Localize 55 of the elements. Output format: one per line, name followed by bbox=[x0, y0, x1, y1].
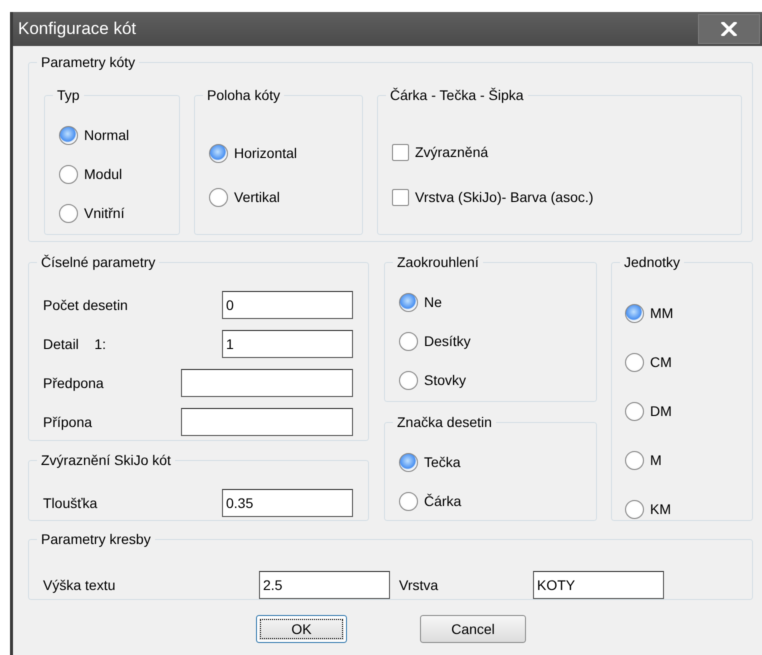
input-field[interactable] bbox=[181, 408, 353, 436]
radio-label[interactable]: M bbox=[650, 452, 662, 468]
radio-label[interactable]: Tečka bbox=[424, 454, 461, 470]
input-field[interactable]: 0 bbox=[222, 291, 353, 319]
field-label: Předpona bbox=[43, 375, 104, 391]
radio-label[interactable]: Desítky bbox=[424, 333, 471, 349]
radio-button[interactable] bbox=[399, 370, 418, 390]
radio-button[interactable] bbox=[399, 332, 418, 350]
cancel-button[interactable]: Cancel bbox=[420, 615, 526, 643]
radio-label[interactable]: Modul bbox=[84, 166, 122, 182]
field-label: Tloušťka bbox=[43, 495, 98, 511]
radio-button[interactable] bbox=[625, 402, 644, 420]
radio-label[interactable]: Ne bbox=[424, 294, 442, 310]
radio-button[interactable] bbox=[59, 126, 78, 144]
field-label: Počet desetin bbox=[43, 297, 128, 313]
radio-label[interactable]: Stovky bbox=[424, 372, 466, 388]
radio-label[interactable]: Horizontal bbox=[234, 145, 298, 161]
radio-button[interactable] bbox=[625, 352, 644, 372]
checkbox-label[interactable]: Vrstva (SkiJo)- Barva (asoc.) bbox=[415, 189, 594, 205]
radio-label[interactable]: DM bbox=[650, 403, 672, 419]
radio-button[interactable] bbox=[209, 144, 228, 162]
radio-button[interactable] bbox=[399, 452, 418, 472]
checkbox[interactable] bbox=[392, 144, 409, 160]
radio-label[interactable]: KM bbox=[650, 501, 671, 517]
field-label: Detail 1: bbox=[43, 336, 106, 352]
checkbox[interactable] bbox=[392, 188, 409, 206]
radio-button[interactable] bbox=[625, 500, 644, 518]
input-field[interactable] bbox=[181, 369, 353, 397]
radio-label[interactable]: Vertikal bbox=[234, 189, 280, 205]
checkbox-label[interactable]: Zvýrazněná bbox=[415, 144, 488, 160]
field-label: Výška textu bbox=[43, 576, 116, 592]
close-icon bbox=[721, 22, 737, 36]
radio-button[interactable] bbox=[209, 188, 228, 206]
field-label: Přípona bbox=[43, 414, 92, 430]
close-button[interactable] bbox=[698, 14, 760, 44]
radio-label[interactable]: Vnitřní bbox=[84, 205, 124, 221]
group-title: Čárka - Tečka - Šipka bbox=[386, 86, 528, 104]
radio-label[interactable]: Čárka bbox=[424, 493, 462, 509]
ok-button[interactable]: OK bbox=[256, 615, 347, 643]
radio-label[interactable]: Normal bbox=[84, 127, 130, 143]
radio-button[interactable] bbox=[625, 304, 644, 322]
radio-button[interactable] bbox=[59, 204, 78, 222]
radio-button[interactable] bbox=[625, 450, 644, 470]
radio-button[interactable] bbox=[59, 164, 78, 184]
radio-label[interactable]: MM bbox=[650, 305, 674, 321]
input-field[interactable]: 0.35 bbox=[222, 489, 353, 517]
group-title: Číselné parametry bbox=[37, 253, 160, 271]
radio-button[interactable] bbox=[399, 292, 418, 312]
window-title: Konfigurace kót bbox=[17, 19, 136, 39]
field-label: Vrstva bbox=[399, 576, 440, 592]
input-field[interactable]: 1 bbox=[222, 330, 353, 358]
input-field[interactable]: 2.5 bbox=[259, 570, 390, 598]
radio-label[interactable]: CM bbox=[650, 354, 672, 370]
input-field[interactable]: KOTY bbox=[533, 570, 664, 598]
radio-button[interactable] bbox=[399, 492, 418, 510]
